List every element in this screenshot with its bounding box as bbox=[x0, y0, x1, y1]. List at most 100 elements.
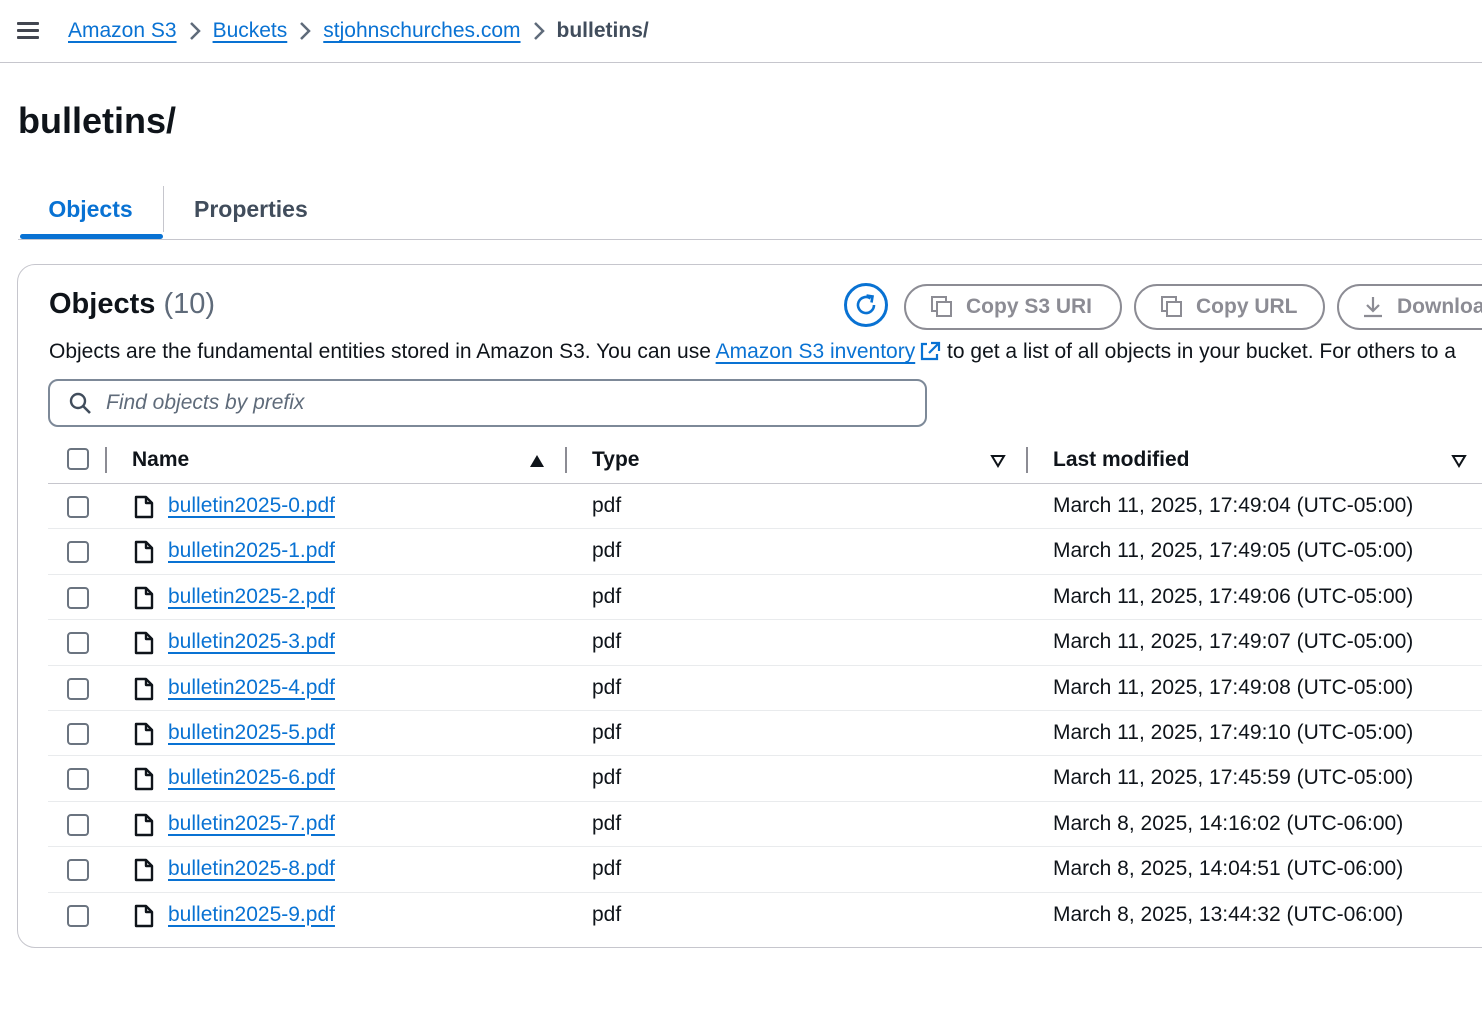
s3-inventory-link[interactable]: Amazon S3 inventory bbox=[716, 340, 942, 363]
file-icon bbox=[134, 858, 154, 882]
row-checkbox[interactable] bbox=[67, 768, 89, 791]
sort-icon[interactable] bbox=[1451, 454, 1467, 468]
object-last-modified: March 8, 2025, 14:04:51 (UTC-06:00) bbox=[1053, 857, 1404, 881]
row-checkbox[interactable] bbox=[67, 586, 89, 609]
object-name-link[interactable]: bulletin2025-2.pdf bbox=[168, 585, 335, 609]
object-last-modified: March 11, 2025, 17:45:59 (UTC-05:00) bbox=[1053, 766, 1414, 790]
download-button[interactable]: Downloa bbox=[1337, 284, 1482, 330]
object-type: pdf bbox=[592, 675, 622, 699]
table-row: bulletin2025-8.pdf pdf March 8, 2025, 14:0… bbox=[48, 847, 1482, 893]
breadcrumb-bucket[interactable]: stjohnschurches.com bbox=[323, 19, 520, 43]
table-row: bulletin2025-5.pdf pdf March 11, 2025, 17:… bbox=[48, 711, 1482, 757]
column-header-type[interactable]: Type bbox=[592, 448, 639, 472]
object-name-link[interactable]: bulletin2025-5.pdf bbox=[168, 721, 335, 745]
copy-url-button[interactable]: Copy URL bbox=[1134, 284, 1325, 330]
download-label: Downloa bbox=[1397, 295, 1482, 318]
tab-objects[interactable]: Objects bbox=[18, 180, 163, 239]
object-name-link[interactable]: bulletin2025-3.pdf bbox=[168, 630, 335, 654]
table-header: Name Type Last modified bbox=[48, 438, 1482, 484]
copy-s3-uri-label: Copy S3 URI bbox=[966, 295, 1093, 318]
breadcrumb-amazon-s3[interactable]: Amazon S3 bbox=[68, 19, 177, 43]
object-name-link[interactable]: bulletin2025-8.pdf bbox=[168, 857, 335, 881]
column-divider bbox=[105, 447, 107, 473]
table-body: bulletin2025-0.pdf pdf March 11, 2025, 17:… bbox=[48, 484, 1482, 938]
tab-divider bbox=[163, 186, 164, 232]
page-title: bulletins/ bbox=[18, 100, 177, 141]
breadcrumb: Amazon S3 Buckets stjohnschurches.com bu… bbox=[68, 18, 649, 44]
objects-heading: Objects (10) bbox=[49, 288, 215, 321]
object-name-link[interactable]: bulletin2025-7.pdf bbox=[168, 812, 335, 836]
s3-inventory-link-label: Amazon S3 inventory bbox=[715, 340, 916, 363]
table-row: bulletin2025-4.pdf pdf March 11, 2025, 17:… bbox=[48, 666, 1482, 711]
object-type: pdf bbox=[592, 811, 622, 835]
sort-ascending-icon[interactable] bbox=[529, 454, 545, 468]
row-checkbox[interactable] bbox=[67, 813, 89, 836]
table-row: bulletin2025-7.pdf pdf March 8, 2025, 14:1… bbox=[48, 802, 1482, 848]
object-type: pdf bbox=[592, 720, 622, 744]
sort-icon[interactable] bbox=[990, 454, 1006, 468]
object-type: pdf bbox=[592, 584, 622, 608]
copy-s3-uri-button[interactable]: Copy S3 URI bbox=[904, 284, 1122, 330]
object-name-link[interactable]: bulletin2025-9.pdf bbox=[168, 903, 335, 927]
file-icon bbox=[134, 495, 154, 519]
object-type: pdf bbox=[592, 857, 622, 881]
object-last-modified: March 11, 2025, 17:49:06 (UTC-05:00) bbox=[1053, 584, 1414, 608]
object-type: pdf bbox=[592, 539, 622, 563]
file-icon bbox=[134, 677, 154, 700]
column-header-last-modified[interactable]: Last modified bbox=[1053, 448, 1190, 472]
object-last-modified: March 11, 2025, 17:49:05 (UTC-05:00) bbox=[1053, 539, 1414, 563]
description-text: Objects are the fundamental entities sto… bbox=[49, 340, 716, 363]
copy-icon bbox=[1161, 296, 1182, 317]
row-checkbox[interactable] bbox=[67, 496, 89, 518]
chevron-right-icon bbox=[287, 18, 323, 44]
hamburger-menu-icon[interactable] bbox=[17, 22, 39, 42]
object-last-modified: March 11, 2025, 17:49:08 (UTC-05:00) bbox=[1053, 675, 1414, 699]
objects-description: Objects are the fundamental entities sto… bbox=[49, 340, 1456, 364]
row-checkbox[interactable] bbox=[67, 904, 89, 927]
table-row: bulletin2025-0.pdf pdf March 11, 2025, 17:… bbox=[48, 484, 1482, 530]
file-icon bbox=[134, 722, 154, 746]
object-name-link[interactable]: bulletin2025-4.pdf bbox=[168, 676, 335, 700]
objects-heading-label: Objects bbox=[49, 288, 156, 320]
copy-url-label: Copy URL bbox=[1196, 295, 1298, 318]
table-row: bulletin2025-3.pdf pdf March 11, 2025, 17:… bbox=[48, 620, 1482, 666]
chevron-right-icon bbox=[177, 18, 213, 44]
download-icon bbox=[1364, 297, 1382, 318]
file-icon bbox=[134, 904, 154, 927]
file-icon bbox=[134, 768, 154, 791]
table-row: bulletin2025-2.pdf pdf March 11, 2025, 17:… bbox=[48, 575, 1482, 621]
object-name-link[interactable]: bulletin2025-0.pdf bbox=[168, 494, 335, 518]
row-checkbox[interactable] bbox=[67, 722, 89, 745]
select-all-checkbox[interactable] bbox=[67, 448, 89, 470]
top-bar: Amazon S3 Buckets stjohnschurches.com bu… bbox=[0, 0, 1482, 63]
table-row: bulletin2025-9.pdf pdf March 8, 2025, 13:4… bbox=[48, 893, 1482, 938]
row-checkbox[interactable] bbox=[67, 859, 89, 882]
tab-properties[interactable]: Properties bbox=[194, 180, 308, 239]
column-header-name[interactable]: Name bbox=[132, 448, 189, 472]
object-name-link[interactable]: bulletin2025-1.pdf bbox=[168, 539, 335, 563]
refresh-button[interactable] bbox=[844, 283, 888, 327]
object-name-link[interactable]: bulletin2025-6.pdf bbox=[168, 766, 335, 790]
object-type: pdf bbox=[592, 902, 622, 926]
external-link-icon bbox=[921, 341, 941, 361]
object-type: pdf bbox=[592, 766, 622, 790]
file-icon bbox=[134, 813, 154, 836]
row-checkbox[interactable] bbox=[67, 632, 89, 655]
object-last-modified: March 8, 2025, 13:44:32 (UTC-06:00) bbox=[1053, 902, 1404, 926]
search-icon bbox=[69, 392, 91, 414]
object-last-modified: March 11, 2025, 17:49:07 (UTC-05:00) bbox=[1053, 630, 1414, 654]
row-checkbox[interactable] bbox=[67, 677, 89, 700]
search-box bbox=[48, 379, 927, 427]
column-divider[interactable] bbox=[1026, 447, 1028, 473]
object-type: pdf bbox=[592, 630, 622, 654]
object-last-modified: March 11, 2025, 17:49:04 (UTC-05:00) bbox=[1053, 494, 1414, 517]
row-checkbox[interactable] bbox=[67, 541, 89, 564]
column-divider[interactable] bbox=[565, 447, 567, 473]
object-last-modified: March 8, 2025, 14:16:02 (UTC-06:00) bbox=[1053, 811, 1404, 835]
chevron-right-icon bbox=[521, 18, 557, 44]
objects-table: Name Type Last modified bulletin2025-0.p… bbox=[48, 438, 1482, 938]
breadcrumb-current: bulletins/ bbox=[556, 19, 649, 42]
breadcrumb-buckets[interactable]: Buckets bbox=[213, 19, 288, 43]
tab-bar: Objects Properties bbox=[18, 180, 1482, 240]
search-input[interactable] bbox=[106, 391, 886, 415]
